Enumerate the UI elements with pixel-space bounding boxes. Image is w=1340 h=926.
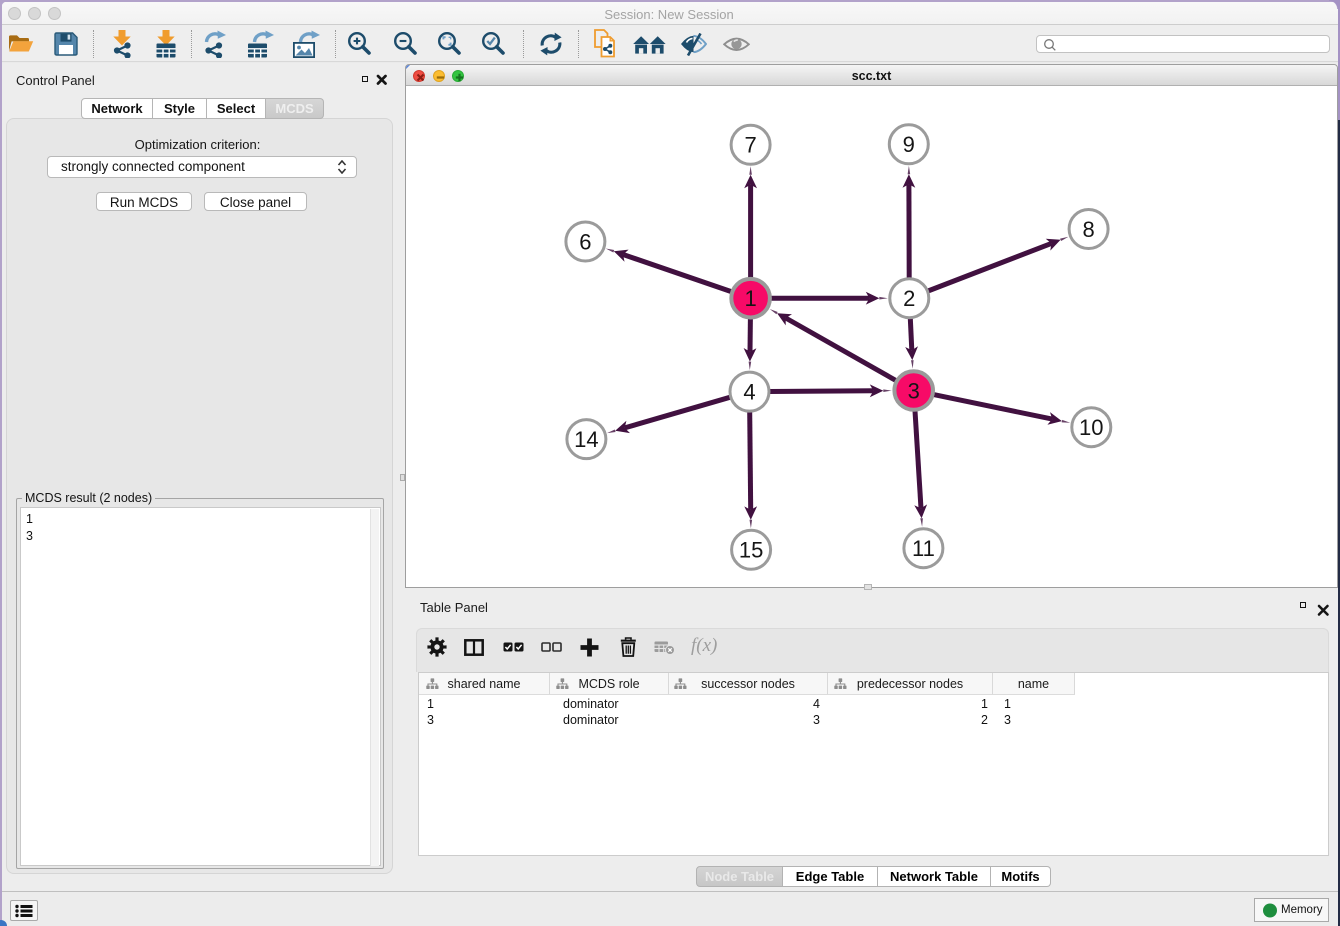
svg-text:7: 7 xyxy=(744,133,756,158)
svg-text:4: 4 xyxy=(743,380,755,405)
svg-text:10: 10 xyxy=(1079,415,1103,440)
svg-text:14: 14 xyxy=(574,427,598,452)
svg-text:11: 11 xyxy=(912,536,935,561)
svg-text:2: 2 xyxy=(903,286,915,311)
svg-text:3: 3 xyxy=(908,378,920,403)
svg-text:6: 6 xyxy=(579,229,591,254)
svg-text:9: 9 xyxy=(903,132,915,157)
svg-text:1: 1 xyxy=(744,286,756,311)
svg-text:8: 8 xyxy=(1082,217,1094,242)
svg-text:15: 15 xyxy=(739,538,763,563)
